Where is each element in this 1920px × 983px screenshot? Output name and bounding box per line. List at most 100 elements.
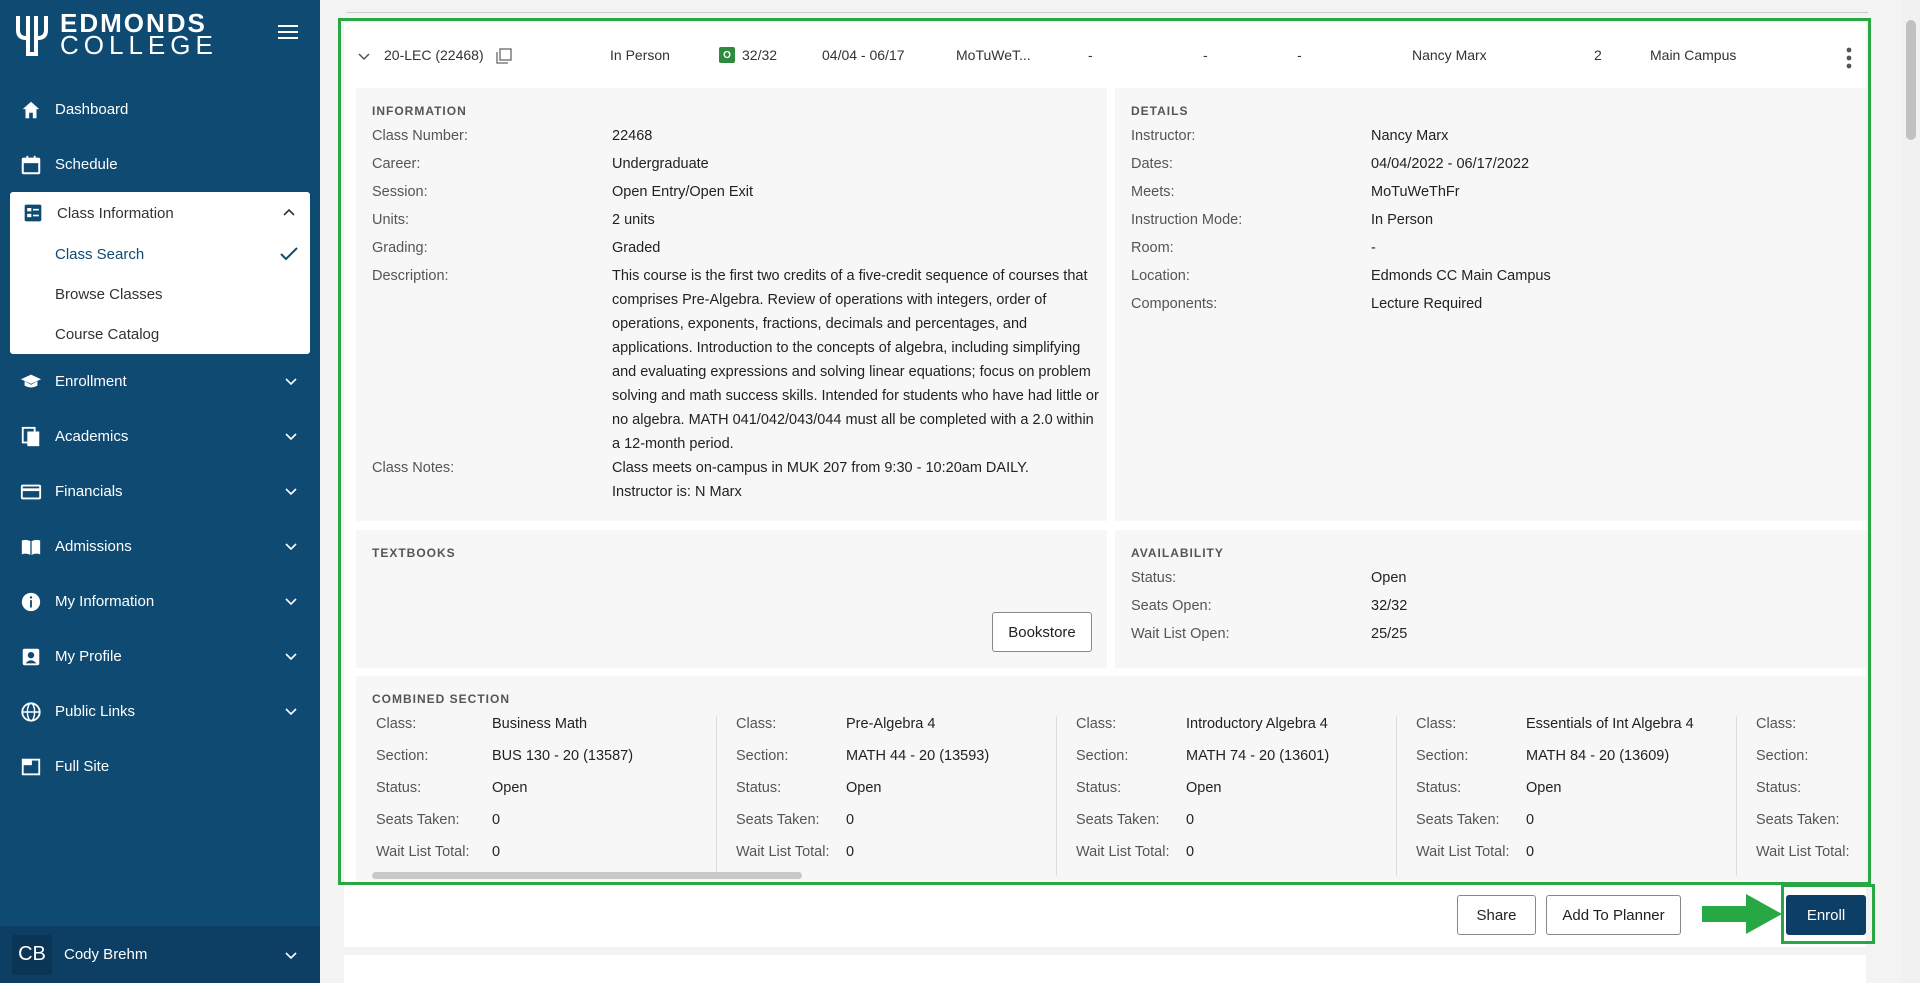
- logo-line2: COLLEGE: [60, 30, 218, 60]
- divider: [1736, 716, 1737, 876]
- copy-icon[interactable]: [496, 48, 512, 64]
- nav-academics[interactable]: Academics: [0, 409, 320, 464]
- cs-status: Open: [1526, 780, 1562, 796]
- cs-status-label: Status:: [1756, 780, 1802, 796]
- horizontal-scrollbar[interactable]: [372, 872, 802, 879]
- chevron-down-icon: [285, 543, 297, 551]
- combined-section-5: Class: Section: Status: Seats Taken: Wai…: [1756, 716, 1866, 876]
- cs-seats-taken-label: Seats Taken:: [736, 812, 820, 828]
- nav-class-search[interactable]: Class Search: [10, 234, 310, 274]
- cs-status: Open: [492, 780, 528, 796]
- status-label: Status:: [1131, 570, 1177, 586]
- cs-status-label: Status:: [1076, 780, 1122, 796]
- units-label: Units:: [372, 212, 410, 228]
- nav-financials[interactable]: Financials: [0, 464, 320, 519]
- share-button[interactable]: Share: [1457, 895, 1536, 935]
- instructor-label: Instructor:: [1131, 128, 1196, 144]
- description-label: Description:: [372, 268, 449, 284]
- cs-seats-taken-label: Seats Taken:: [1076, 812, 1160, 828]
- avatar: CB: [12, 934, 52, 975]
- availability-title: AVAILABILITY: [1131, 546, 1224, 560]
- availability-seats: 32/32: [1371, 598, 1408, 614]
- bookstore-button[interactable]: Bookstore: [992, 612, 1092, 652]
- grading: Graded: [612, 240, 661, 256]
- user-name: Cody Brehm: [64, 946, 148, 963]
- nav-financials-label: Financials: [55, 483, 123, 500]
- details-components: Lecture Required: [1371, 296, 1483, 312]
- nav-course-catalog[interactable]: Course Catalog: [10, 314, 310, 354]
- dates: 04/04 - 06/17: [822, 47, 905, 63]
- info-icon: [21, 592, 41, 611]
- nav-my-profile[interactable]: My Profile: [0, 629, 320, 684]
- documents-icon: [21, 426, 40, 446]
- session-label: Session:: [372, 184, 428, 200]
- nav-class-information-group: Class Information Class Search Browse Cl…: [10, 192, 310, 354]
- nav-admissions[interactable]: Admissions: [0, 519, 320, 574]
- graduation-cap-icon: [20, 374, 42, 387]
- open-status-badge: O: [719, 47, 735, 63]
- nav-class-information[interactable]: Class Information: [10, 192, 310, 234]
- chevron-down-icon: [285, 598, 297, 606]
- divider: [1056, 716, 1057, 876]
- nav-my-information[interactable]: My Information: [0, 574, 320, 629]
- details-panel: DETAILS Instructor: Nancy Marx Dates: 04…: [1115, 88, 1866, 521]
- cs-class: Essentials of Int Algebra 4: [1526, 716, 1694, 732]
- chevron-down-icon: [285, 433, 297, 441]
- hamburger-menu-icon[interactable]: [276, 20, 300, 44]
- nav-full-site[interactable]: Full Site: [0, 739, 320, 794]
- cs-class: Business Math: [492, 716, 588, 732]
- add-to-planner-button[interactable]: Add To Planner: [1546, 895, 1681, 935]
- career-label: Career:: [372, 156, 421, 172]
- combined-section-3: Class: Introductory Algebra 4 Section: M…: [1076, 716, 1396, 876]
- user-menu[interactable]: CB Cody Brehm: [0, 926, 320, 983]
- vertical-scrollbar[interactable]: [1902, 0, 1920, 983]
- seats-open-label: Seats Open:: [1131, 598, 1212, 614]
- cs-class-label: Class:: [376, 716, 417, 732]
- combined-section-4: Class: Essentials of Int Algebra 4 Secti…: [1416, 716, 1736, 876]
- scrollbar-thumb[interactable]: [1906, 20, 1916, 140]
- details-instructor: Nancy Marx: [1371, 128, 1449, 144]
- book-icon: [21, 539, 41, 555]
- cs-section-label: Section:: [376, 748, 429, 764]
- cs-class: Introductory Algebra 4: [1186, 716, 1328, 732]
- nav-enrollment[interactable]: Enrollment: [0, 354, 320, 409]
- nav-dashboard[interactable]: Dashboard: [0, 82, 320, 137]
- check-icon: [280, 247, 298, 261]
- combined-section-2: Class: Pre-Algebra 4 Section: MATH 44 - …: [736, 716, 1056, 876]
- cs-class-label: Class:: [736, 716, 777, 732]
- instructor: Nancy Marx: [1412, 47, 1487, 63]
- class-notes-label: Class Notes:: [372, 460, 455, 476]
- cs-status-label: Status:: [376, 780, 422, 796]
- cs-section: MATH 84 - 20 (13609): [1526, 748, 1670, 764]
- session: Open Entry/Open Exit: [612, 184, 754, 200]
- globe-icon: [21, 701, 41, 722]
- cs-wait-list: 0: [846, 844, 855, 860]
- section-card: 20-LEC (22468) In Person O 32/32 04/04 -…: [344, 22, 1866, 947]
- nav-public-links-label: Public Links: [55, 703, 136, 720]
- class-notes-line1: Class meets on-campus in MUK 207 from 9:…: [612, 460, 1029, 476]
- chevron-down-icon: [285, 952, 297, 960]
- nav-class-search-label: Class Search: [55, 245, 145, 263]
- nav-public-links[interactable]: Public Links: [0, 684, 320, 739]
- next-section-row[interactable]: [344, 955, 1866, 983]
- window-icon: [21, 758, 41, 775]
- information-panel: INFORMATION Class Number: 22468 Career: …: [356, 88, 1107, 521]
- section-number: 20-LEC (22468): [384, 47, 484, 63]
- grading-label: Grading:: [372, 240, 428, 256]
- cs-class-label: Class:: [1756, 716, 1797, 732]
- textbooks-title: TEXTBOOKS: [372, 546, 456, 560]
- chevron-down-icon[interactable]: [358, 50, 370, 62]
- combined-section-title: COMBINED SECTION: [372, 692, 511, 706]
- more-options-icon[interactable]: [1839, 46, 1859, 70]
- nav-enrollment-label: Enrollment: [55, 373, 127, 390]
- nav-browse-classes[interactable]: Browse Classes: [10, 274, 310, 314]
- cs-seats-taken-label: Seats Taken:: [1756, 812, 1840, 828]
- cs-section-label: Section:: [1076, 748, 1129, 764]
- sidebar: EDMONDS COLLEGE Dashboard Schedule Class…: [0, 0, 320, 983]
- nav-schedule[interactable]: Schedule: [0, 137, 320, 192]
- edmonds-logo[interactable]: EDMONDS COLLEGE: [12, 10, 218, 60]
- units: 2: [1594, 47, 1602, 63]
- section-row[interactable]: 20-LEC (22468) In Person O 32/32 04/04 -…: [344, 22, 1866, 68]
- trident-icon: [16, 16, 48, 56]
- wait-list-open-label: Wait List Open:: [1131, 626, 1230, 642]
